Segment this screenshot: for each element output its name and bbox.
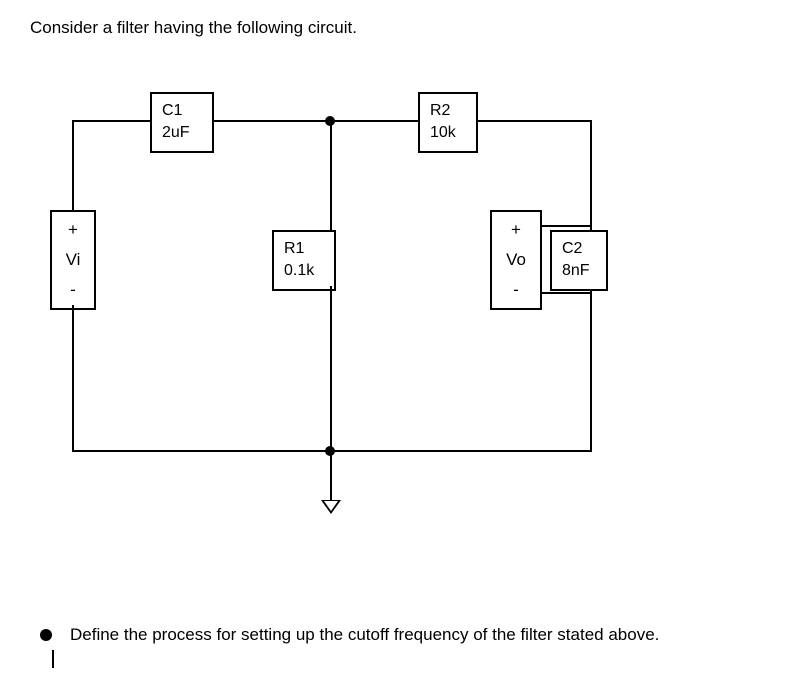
vo-minus: - — [504, 280, 528, 300]
vo-label: Vo — [504, 250, 528, 270]
component-c2: C2 8nF — [550, 230, 608, 291]
wire — [72, 120, 74, 210]
wire — [330, 450, 332, 500]
component-r2: R2 10k — [418, 92, 478, 153]
c1-value: 2uF — [162, 122, 202, 144]
prompt-text: Consider a filter having the following c… — [30, 18, 357, 38]
text-cursor — [52, 650, 54, 668]
wire — [214, 120, 330, 122]
component-r1: R1 0.1k — [272, 230, 336, 291]
circuit-diagram: + Vi - C1 2uF R2 10k + Vo - C2 8nF R1 — [50, 80, 690, 510]
question-text: Define the process for setting up the cu… — [70, 625, 659, 645]
port-vi: + Vi - — [50, 210, 96, 310]
wire — [542, 292, 590, 294]
bullet-icon — [40, 629, 52, 641]
wire — [72, 305, 74, 450]
question-row: Define the process for setting up the cu… — [40, 625, 659, 645]
wire — [330, 120, 420, 122]
vo-plus: + — [504, 220, 528, 240]
wire — [330, 120, 332, 230]
vi-plus: + — [64, 220, 82, 240]
ground-symbol-fill — [324, 501, 338, 511]
c1-label: C1 — [162, 100, 202, 122]
c2-label: C2 — [562, 238, 596, 260]
vi-label: Vi — [64, 250, 82, 270]
wire — [330, 286, 332, 450]
r1-label: R1 — [284, 238, 324, 260]
c2-value: 8nF — [562, 260, 596, 282]
r2-label: R2 — [430, 100, 466, 122]
component-c1: C1 2uF — [150, 92, 214, 153]
port-vo: + Vo - — [490, 210, 542, 310]
vi-minus: - — [64, 280, 82, 300]
r2-value: 10k — [430, 122, 466, 144]
wire — [542, 225, 590, 227]
wire — [72, 120, 152, 122]
r1-value: 0.1k — [284, 260, 324, 282]
wire — [478, 120, 590, 122]
